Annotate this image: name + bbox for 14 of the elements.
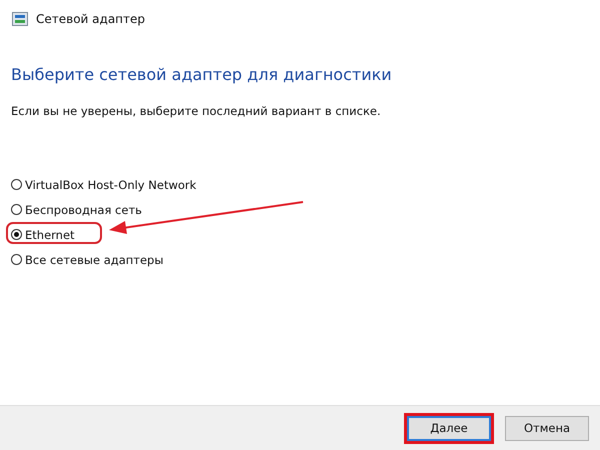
radio-button[interactable] [11, 179, 22, 190]
radio-button[interactable] [11, 204, 22, 215]
option-label[interactable]: Ethernet [25, 228, 75, 242]
cancel-button[interactable]: Отмена [505, 416, 589, 440]
network-adapter-icon [12, 12, 28, 26]
radio-button[interactable] [11, 254, 22, 265]
next-button[interactable]: Далее [407, 416, 491, 440]
option-label[interactable]: Все сетевые адаптеры [25, 252, 164, 266]
radio-button[interactable] [11, 229, 22, 240]
window-title: Сетевой адаптер [36, 12, 146, 26]
instruction-text: Если вы не уверены, выберите последний вариант в списке. [11, 104, 382, 118]
option-label[interactable]: VirtualBox Host-Only Network [25, 178, 196, 192]
option-label[interactable]: Беспроводная сеть [25, 202, 142, 216]
heading: Выберите сетевой адаптер для диагностики [11, 65, 393, 84]
